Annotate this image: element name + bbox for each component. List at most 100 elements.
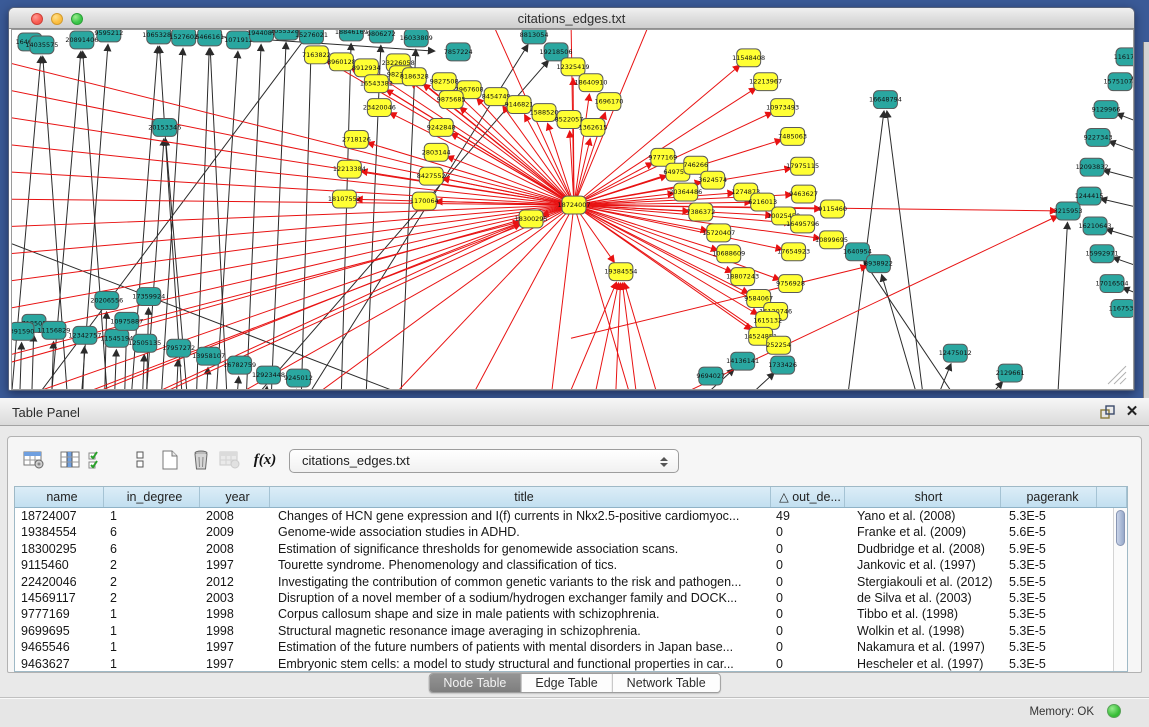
graph-node[interactable]: 9242848 [427,119,456,137]
graph-node[interactable]: 18300295 [515,210,548,228]
graph-edge[interactable] [1101,199,1134,209]
graph-node[interactable]: 18107552 [328,190,361,208]
graph-edge[interactable] [20,343,22,390]
graph-node[interactable]: 9756928 [776,275,805,293]
graph-node[interactable]: 18640910 [574,74,607,92]
table-row[interactable]: 946362711997Embryonic stem cells: a mode… [15,656,1127,672]
graph-node[interactable]: 10899695 [815,231,848,249]
graph-node[interactable]: 9227343 [1084,128,1113,146]
graph-node[interactable]: 10688609 [712,245,745,263]
column-header-in_degree[interactable]: in_degree [104,487,200,507]
graph-edge[interactable] [210,49,226,390]
graph-edge[interactable] [207,368,208,390]
graph-node[interactable]: 15751074 [1104,73,1134,91]
column-header-title[interactable]: title [270,487,771,507]
graph-node[interactable]: 8938922 [864,255,893,273]
graph-node[interactable]: 9875685 [437,91,466,109]
network-graph-canvas[interactable]: 1646417140355752089140695952121065328715… [11,29,1134,390]
graph-edge[interactable] [43,57,67,390]
graph-node[interactable]: 14136141 [726,352,759,370]
graph-node[interactable]: 14035575 [25,36,58,54]
graph-node[interactable]: 13958107 [192,347,225,365]
graph-node[interactable]: 8912934 [352,59,381,77]
graph-node[interactable]: 17957272 [162,339,195,357]
graph-edge[interactable] [341,44,351,390]
graph-node[interactable]: 16033809 [400,29,433,47]
table-row[interactable]: 1456911722003Disruption of a novel membe… [15,590,1127,606]
graph-node[interactable]: 8427552 [417,167,446,185]
graph-edge[interactable] [864,262,950,390]
graph-node[interactable]: 16210643 [1079,217,1112,235]
graph-edge[interactable] [238,377,239,390]
float-panel-icon[interactable] [1100,405,1115,419]
graph-edge[interactable] [1117,114,1134,125]
graph-node[interactable]: 11548408 [732,49,765,67]
graph-node[interactable]: 391590 [11,322,34,340]
graph-edge[interactable] [368,143,574,205]
delete-table-icon[interactable] [217,447,243,473]
table-row[interactable]: 2242004622012Investigating the contribut… [15,574,1127,590]
graph-node[interactable]: 15720407 [702,224,735,242]
graph-node[interactable]: 18724007 [557,196,590,214]
column-header-out_de[interactable]: △ out_de... [771,487,845,507]
graph-node[interactable]: 252254 [766,336,791,354]
graph-edge[interactable] [447,157,574,205]
column-header-name[interactable]: name [15,487,104,507]
graph-edge[interactable] [616,284,620,390]
graph-node[interactable]: 17654923 [777,243,810,261]
graph-node[interactable]: 1615132 [753,311,782,329]
graph-node[interactable]: 8186328 [400,68,429,86]
graph-node[interactable]: 1161753 [1114,48,1134,66]
graph-node[interactable]: 9806272 [367,29,396,43]
graph-edge[interactable] [32,335,34,390]
graph-node[interactable]: 18846169 [335,29,368,41]
graph-node[interactable]: 12342757 [68,326,101,344]
new-column-icon[interactable] [157,447,183,473]
graph-edge[interactable] [366,46,380,390]
graph-node[interactable]: 17016504 [1096,275,1129,293]
table-row[interactable]: 946554611997Estimation of the future num… [15,639,1127,655]
graph-node[interactable]: 8813054 [520,29,549,44]
table-row[interactable]: 1830029562008Estimation of significance … [15,541,1127,557]
show-column-icon[interactable] [58,447,84,473]
table-row[interactable]: 1872400712008Changes of HCN gene express… [15,508,1127,524]
graph-node[interactable]: 1244415 [1075,187,1104,205]
table-row[interactable]: 977716911998Corpus callosum shape and si… [15,606,1127,622]
graph-node[interactable]: 15276021 [295,29,328,44]
graph-node[interactable]: 17359924 [132,288,165,306]
graph-node[interactable]: 10973493 [766,99,799,117]
graph-node[interactable]: 7485063 [778,127,807,145]
graph-node[interactable]: 16543382 [360,75,393,93]
table-scrollbar[interactable] [1113,508,1127,671]
graph-node[interactable]: 19384554 [604,263,637,281]
graph-edge[interactable] [1107,229,1134,240]
graph-node[interactable]: 15992971 [1086,245,1119,263]
table-row[interactable]: 911546021997Tourette syndrome. Phenomeno… [15,557,1127,573]
function-builder-icon[interactable]: f(x) [252,447,278,473]
graph-node[interactable]: 9463627 [789,185,818,203]
graph-node[interactable]: 17975115 [786,157,819,175]
graph-node[interactable]: 11156829 [37,321,70,339]
close-panel-icon[interactable]: ✕ [1124,403,1140,421]
column-header-short[interactable]: short [845,487,1001,507]
select-rows-icon[interactable] [85,447,111,473]
graph-edge[interactable] [311,205,574,390]
column-header-year[interactable]: year [200,487,270,507]
graph-node[interactable]: 12093832 [1076,158,1109,176]
graph-node[interactable]: 23420046 [363,99,396,117]
graph-node[interactable]: 1170064 [410,192,439,210]
graph-node[interactable]: 12213967 [749,73,782,91]
table-row[interactable]: 969969511998Structural magnetic resonanc… [15,623,1127,639]
graph-node[interactable]: 1362615 [579,119,608,137]
graph-edge[interactable] [1109,141,1134,154]
graph-edge[interactable] [217,52,238,390]
graph-node[interactable]: 16495796 [786,215,819,233]
graph-node[interactable]: 18807243 [726,268,759,286]
table-source-dropdown[interactable]: citations_edges.txt [289,449,679,473]
graph-node[interactable]: 9595212 [94,29,123,42]
table-mode-icon[interactable] [21,447,47,473]
tab-network-table[interactable]: Network Table [613,674,720,692]
graph-edge[interactable] [391,205,574,390]
graph-node[interactable]: 20206556 [90,292,123,310]
graph-node[interactable]: 20364486 [669,183,702,201]
